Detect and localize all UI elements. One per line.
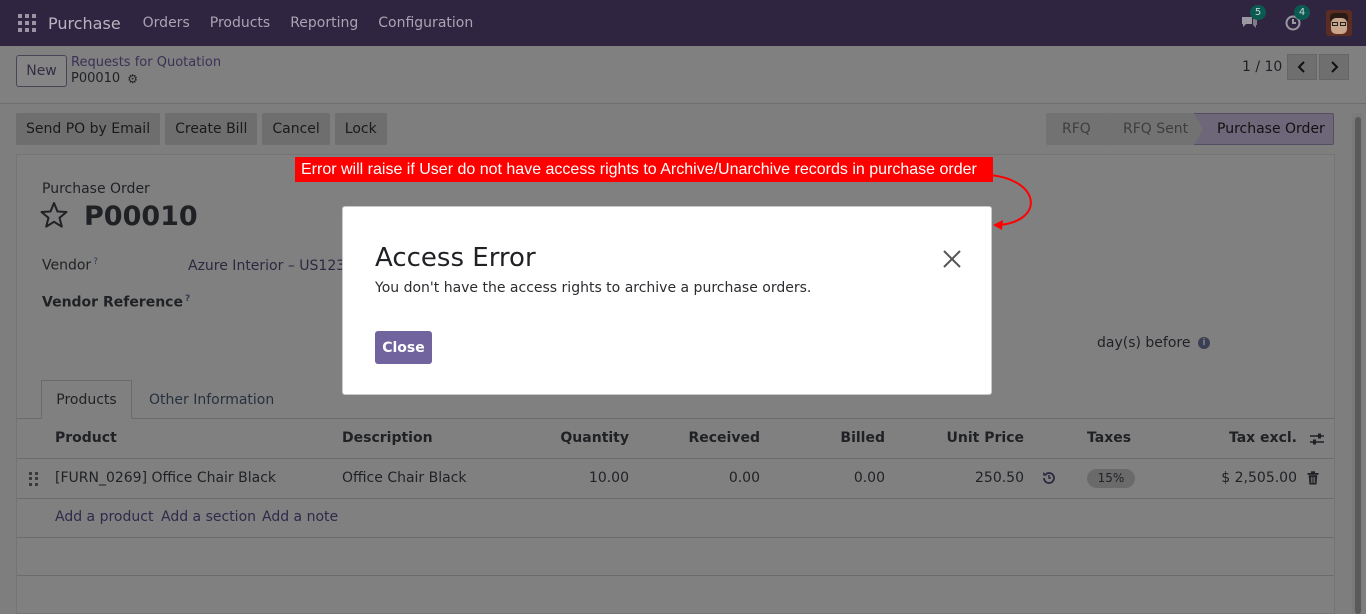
annotation-callout: Error will raise if User do not have acc… xyxy=(295,157,993,182)
vendor-help-icon[interactable]: ? xyxy=(93,257,98,267)
trash-icon[interactable] xyxy=(1307,471,1319,485)
vendor-label-text: Vendor xyxy=(42,257,92,274)
menu-orders[interactable]: Orders xyxy=(143,15,190,31)
cell-quantity[interactable]: 10.00 xyxy=(557,470,629,486)
empty-row xyxy=(17,538,1334,576)
gear-icon[interactable]: ⚙ xyxy=(127,72,138,86)
close-icon[interactable] xyxy=(941,248,963,270)
vendor-reference-label-text: Vendor Reference xyxy=(42,294,183,311)
pager-value[interactable]: 1 / 10 xyxy=(1242,59,1282,75)
add-note-link[interactable]: Add a note xyxy=(262,509,338,525)
new-button[interactable]: New xyxy=(16,55,67,87)
col-taxes[interactable]: Taxes xyxy=(1087,430,1131,446)
tab-other-information[interactable]: Other Information xyxy=(149,380,274,419)
activities-button[interactable]: 4 xyxy=(1282,5,1310,34)
stage-purchase-order[interactable]: Purchase Order xyxy=(1194,113,1334,145)
cell-unit-price[interactable]: 250.50 xyxy=(937,470,1024,486)
status-bar: RFQ RFQ Sent Purchase Order xyxy=(1046,112,1334,146)
stage-purchase-order-label: Purchase Order xyxy=(1217,121,1325,137)
breadcrumb-current: P00010 ⚙ xyxy=(71,71,138,86)
scrollbar-thumb[interactable] xyxy=(1355,117,1361,614)
cell-description[interactable]: Office Chair Black xyxy=(342,470,467,486)
chevron-left-icon xyxy=(1297,61,1305,73)
apps-grid-icon[interactable] xyxy=(18,14,36,32)
user-avatar[interactable] xyxy=(1326,10,1352,36)
create-bill-button[interactable]: Create Bill xyxy=(165,113,258,145)
order-lines-header: Product Description Quantity Received Bi… xyxy=(17,419,1334,459)
col-billed[interactable]: Billed xyxy=(817,430,885,446)
cell-product[interactable]: [FURN_0269] Office Chair Black xyxy=(55,470,276,486)
col-tax-excl[interactable]: Tax excl. xyxy=(1207,430,1297,446)
record-name: P00010 xyxy=(84,201,198,232)
dialog-title: Access Error xyxy=(375,243,536,273)
table-row[interactable]: [FURN_0269] Office Chair Black Office Ch… xyxy=(17,459,1334,499)
add-product-link[interactable]: Add a product xyxy=(55,509,153,525)
col-quantity[interactable]: Quantity xyxy=(557,430,629,446)
document-type-label: Purchase Order xyxy=(42,181,150,197)
stage-rfq-label: RFQ xyxy=(1062,121,1091,137)
dialog-message: You don't have the access rights to arch… xyxy=(375,280,812,296)
cell-received[interactable]: 0.00 xyxy=(677,470,760,486)
cell-billed[interactable]: 0.00 xyxy=(817,470,885,486)
messages-count-badge: 5 xyxy=(1250,5,1266,20)
activities-count-badge: 4 xyxy=(1294,5,1310,20)
info-icon[interactable]: i xyxy=(1198,337,1210,349)
systray: 5 4 xyxy=(1238,0,1352,46)
cell-subtotal: $ 2,505.00 xyxy=(1221,470,1297,486)
annotation-arrow-icon xyxy=(989,174,1032,230)
reset-price-icon[interactable] xyxy=(1041,470,1057,486)
tax-badge[interactable]: 15% xyxy=(1087,469,1135,488)
cancel-button[interactable]: Cancel xyxy=(262,113,330,145)
send-po-by-email-button[interactable]: Send PO by Email xyxy=(16,113,161,145)
form-action-buttons: Send PO by Email Create Bill Cancel Lock xyxy=(16,113,392,145)
messages-button[interactable]: 5 xyxy=(1238,5,1266,34)
col-unit-price[interactable]: Unit Price xyxy=(937,430,1024,446)
menu-configuration[interactable]: Configuration xyxy=(378,15,473,31)
chevron-right-icon xyxy=(1331,61,1339,73)
vendor-label: Vendor? xyxy=(42,257,98,274)
col-product[interactable]: Product xyxy=(55,430,117,446)
menu-reporting[interactable]: Reporting xyxy=(290,15,358,31)
days-before-label: day(s) before xyxy=(1097,335,1191,351)
col-description[interactable]: Description xyxy=(342,430,433,446)
close-button[interactable]: Close xyxy=(375,331,432,364)
column-settings-icon[interactable] xyxy=(1309,432,1325,446)
stage-rfq-sent[interactable]: RFQ Sent xyxy=(1104,112,1205,146)
app-name[interactable]: Purchase xyxy=(48,14,121,33)
col-received[interactable]: Received xyxy=(677,430,760,446)
lock-button[interactable]: Lock xyxy=(334,113,387,145)
vendor-reference-label: Vendor Reference? xyxy=(42,294,190,311)
vendor-reference-help-icon[interactable]: ? xyxy=(185,294,190,304)
tab-products[interactable]: Products xyxy=(41,380,132,419)
breadcrumb-record-name: P00010 xyxy=(71,71,121,86)
drag-handle-icon[interactable] xyxy=(29,472,39,486)
vendor-field[interactable]: Azure Interior – US12345 xyxy=(188,258,363,274)
control-panel: New Requests for Quotation P00010 ⚙ 1 / … xyxy=(0,46,1366,104)
breadcrumb-parent[interactable]: Requests for Quotation xyxy=(71,55,221,70)
stage-rfq-sent-label: RFQ Sent xyxy=(1123,121,1189,137)
add-line-row: Add a product Add a section Add a note xyxy=(17,499,1334,538)
add-section-link[interactable]: Add a section xyxy=(161,509,256,525)
top-navbar: Purchase Orders Products Reporting Confi… xyxy=(0,0,1366,46)
pager-previous-button[interactable] xyxy=(1287,54,1317,80)
access-error-dialog: Access Error You don't have the access r… xyxy=(342,206,992,395)
menu-products[interactable]: Products xyxy=(210,15,270,31)
stage-rfq[interactable]: RFQ xyxy=(1046,112,1115,146)
star-icon[interactable] xyxy=(40,201,68,229)
pager-next-button[interactable] xyxy=(1319,54,1349,80)
